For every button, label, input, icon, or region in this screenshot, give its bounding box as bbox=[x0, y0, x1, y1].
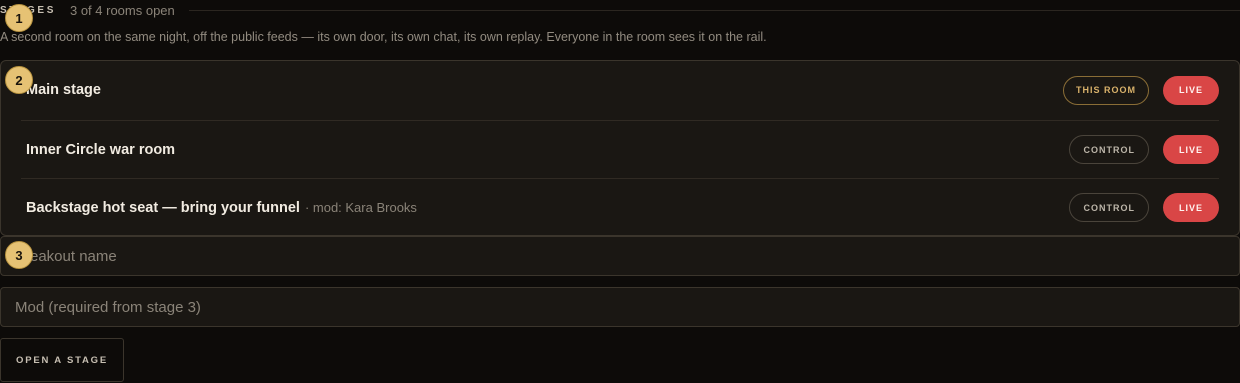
room-row-backstage: Backstage hot seat — bring your funnel ·… bbox=[21, 178, 1219, 236]
rooms-open-count: 3 of 4 rooms open bbox=[69, 2, 175, 18]
section-description: A second room on the same night, off the… bbox=[0, 30, 767, 44]
room-actions: CONTROL LIVE bbox=[1069, 193, 1219, 222]
room-row-main-stage: Main stage THIS ROOM LIVE bbox=[21, 61, 1219, 119]
control-button[interactable]: CONTROL bbox=[1069, 135, 1149, 164]
room-mod: · mod: Kara Brooks bbox=[304, 200, 417, 215]
mod-input[interactable] bbox=[0, 287, 1240, 327]
section-header: STAGES 3 of 4 rooms open bbox=[0, 0, 1240, 20]
room-actions: CONTROL LIVE bbox=[1069, 135, 1219, 164]
this-room-badge: THIS ROOM bbox=[1062, 75, 1149, 105]
room-name: Main stage bbox=[26, 82, 101, 98]
live-badge[interactable]: LIVE bbox=[1162, 75, 1219, 105]
step-marker-2: 2 bbox=[5, 66, 33, 94]
open-stage-button[interactable]: OPEN A STAGE bbox=[0, 338, 124, 382]
live-badge[interactable]: LIVE bbox=[1162, 135, 1219, 164]
control-button[interactable]: CONTROL bbox=[1069, 193, 1149, 222]
breakout-name-input[interactable] bbox=[0, 236, 1240, 276]
room-name: Backstage hot seat — bring your funnel bbox=[26, 199, 300, 216]
header-divider bbox=[188, 9, 1240, 11]
step-marker-3: 3 bbox=[5, 241, 33, 269]
stages-section: STAGES 3 of 4 rooms open A second room o… bbox=[0, 0, 1240, 383]
room-name: Inner Circle war room bbox=[26, 141, 176, 158]
rooms-list: Main stage THIS ROOM LIVE Inner Circle w… bbox=[0, 60, 1240, 236]
live-badge[interactable]: LIVE bbox=[1162, 193, 1219, 222]
room-row-inner-circle: Inner Circle war room CONTROL LIVE bbox=[21, 120, 1219, 178]
step-marker-1: 1 bbox=[5, 4, 33, 32]
room-actions: THIS ROOM LIVE bbox=[1062, 75, 1219, 105]
